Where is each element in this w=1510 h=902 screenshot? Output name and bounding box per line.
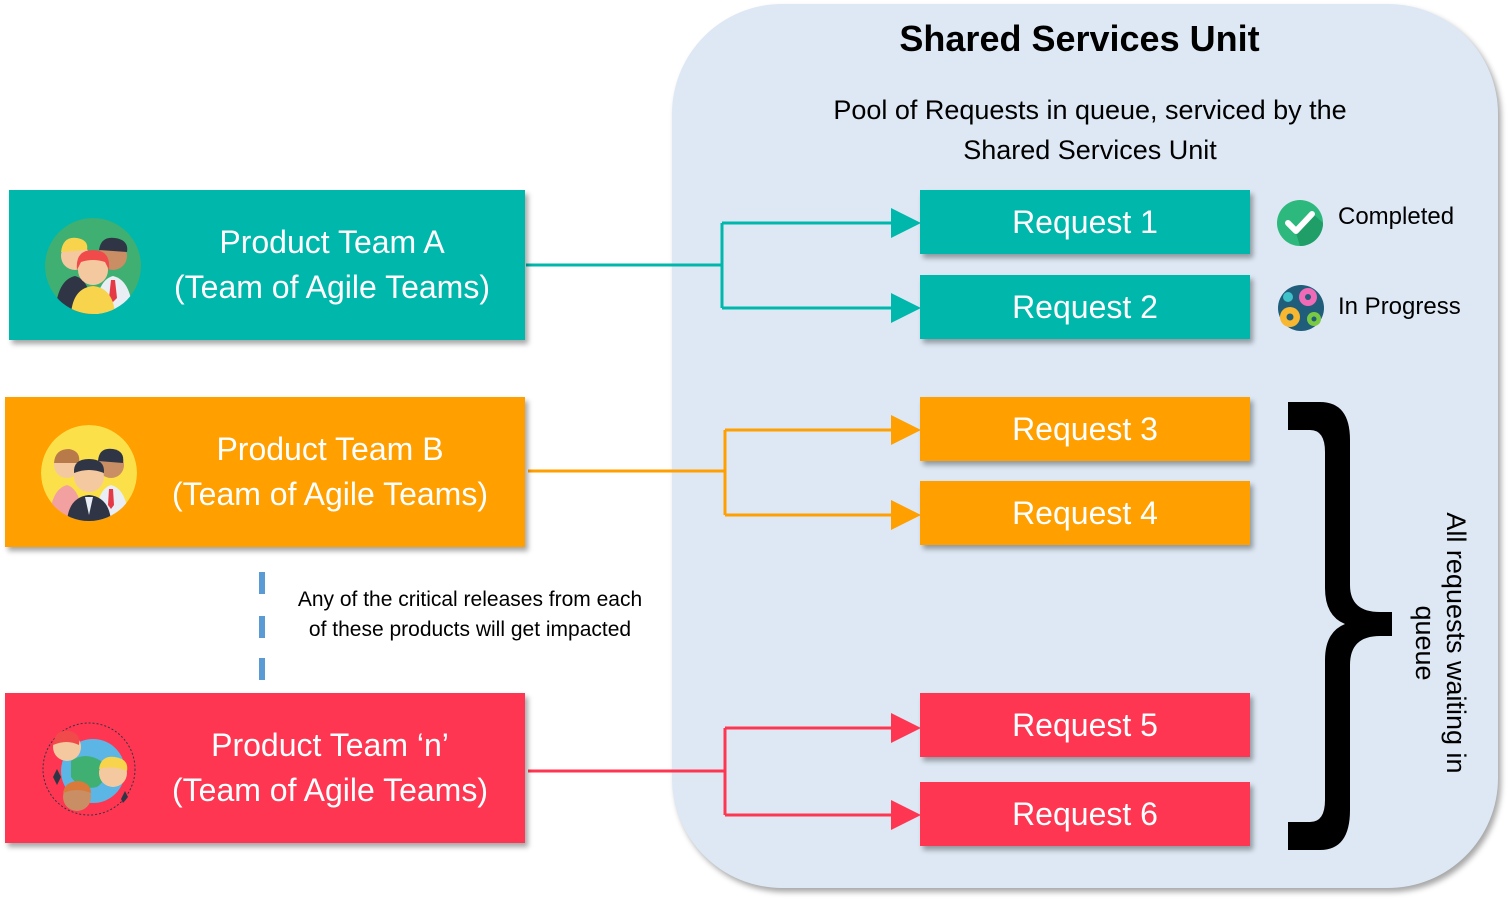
dashed-continuation-line — [259, 572, 265, 680]
global-team-icon — [41, 721, 137, 817]
team-box-a[interactable]: Product Team A (Team of Agile Teams) — [9, 190, 525, 340]
queue-label: All requests waiting in queue — [1410, 512, 1471, 774]
request-box[interactable]: Request 2 — [920, 275, 1250, 339]
gears-icon — [1278, 285, 1324, 331]
team-name: Product Team ‘n’ — [211, 727, 449, 763]
request-box[interactable]: Request 3 — [920, 397, 1250, 461]
team-group-icon — [45, 218, 141, 314]
connector-team-b — [528, 415, 921, 530]
team-subtitle: (Team of Agile Teams) — [172, 772, 488, 808]
connector-team-a — [526, 208, 921, 323]
team-label: Product Team ‘n’ (Team of Agile Teams) — [145, 723, 515, 813]
team-label: Product Team A (Team of Agile Teams) — [149, 220, 515, 310]
legend-in-progress-label: In Progress — [1338, 293, 1461, 320]
check-circle-icon — [1276, 199, 1324, 247]
team-box-n[interactable]: Product Team ‘n’ (Team of Agile Teams) — [5, 693, 525, 843]
team-name: Product Team B — [216, 431, 444, 467]
request-box[interactable]: Request 4 — [920, 481, 1250, 545]
team-name: Product Team A — [219, 224, 445, 260]
impact-note-line2: of these products will get impacted — [308, 618, 632, 641]
team-label: Product Team B (Team of Agile Teams) — [145, 427, 515, 517]
impact-note: Any of the critical releases from each o… — [275, 585, 665, 645]
team-subtitle: (Team of Agile Teams) — [172, 476, 488, 512]
connector-team-n — [528, 713, 921, 830]
request-box[interactable]: Request 5 — [920, 693, 1250, 757]
team-box-b[interactable]: Product Team B (Team of Agile Teams) — [5, 397, 525, 547]
team-subtitle: (Team of Agile Teams) — [174, 269, 490, 305]
team-group-icon — [41, 425, 137, 521]
legend-completed-label: Completed — [1338, 203, 1455, 230]
request-box[interactable]: Request 6 — [920, 782, 1250, 846]
impact-note-line1: Any of the critical releases from each — [297, 588, 643, 611]
request-box[interactable]: Request 1 — [920, 190, 1250, 254]
queue-brace — [1288, 402, 1392, 850]
